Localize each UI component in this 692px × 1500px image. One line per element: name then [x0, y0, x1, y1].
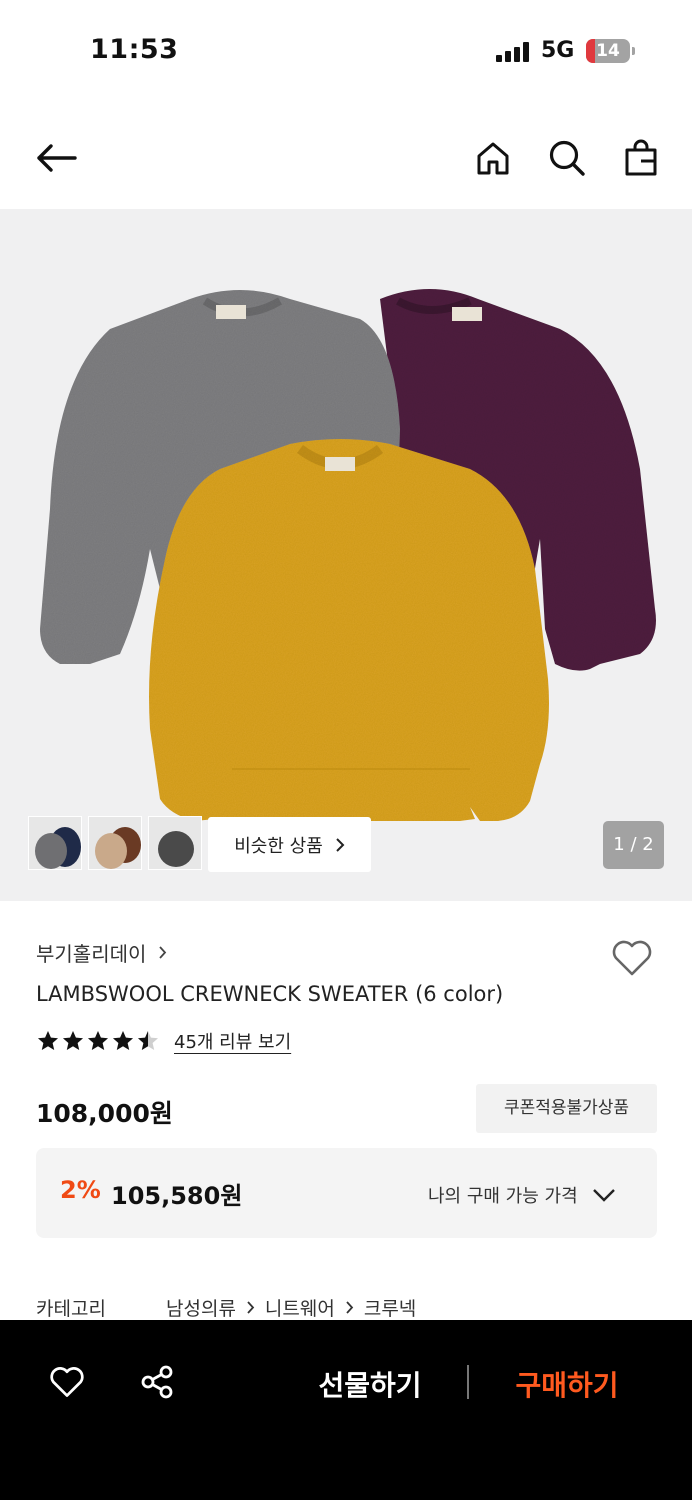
- network-label: 5G: [541, 38, 575, 63]
- thumb-charcoal-sweater[interactable]: [148, 816, 202, 870]
- thumbnail-strip: [28, 816, 202, 870]
- chevron-right-icon: [336, 837, 345, 852]
- my-price-toggle[interactable]: 나의 구매 가능 가격: [428, 1182, 616, 1208]
- status-bar: 11:53 5G 14: [0, 0, 692, 100]
- battery-level: 14: [596, 41, 620, 61]
- discount-rate: 2%: [60, 1176, 101, 1204]
- top-nav: [0, 112, 692, 202]
- chevron-down-icon: [592, 1189, 615, 1202]
- category-row: 카테고리 남성의류 니트웨어 크루넥: [36, 1294, 416, 1321]
- search-icon[interactable]: [545, 136, 589, 180]
- brand-name: 부기홀리데이: [36, 942, 147, 966]
- rating-stars: [36, 1029, 160, 1053]
- shopping-bag-icon[interactable]: [619, 136, 663, 180]
- battery-nub: [632, 47, 635, 55]
- battery-icon: 14: [586, 39, 630, 63]
- chevron-right-icon: [247, 1301, 255, 1314]
- star-icon: [63, 1031, 83, 1050]
- brand-link[interactable]: 부기홀리데이: [36, 938, 167, 967]
- chevron-right-icon: [159, 946, 167, 959]
- wishlist-heart-icon[interactable]: [610, 938, 654, 978]
- category-crumb[interactable]: 니트웨어: [265, 1294, 335, 1321]
- similar-products-label: 비슷한 상품: [234, 835, 323, 857]
- category-breadcrumb: 남성의류 니트웨어 크루넥: [166, 1294, 416, 1321]
- share-icon[interactable]: [135, 1360, 179, 1404]
- category-crumb[interactable]: 크루넥: [364, 1294, 416, 1321]
- product-name: LAMBSWOOL CREWNECK SWEATER (6 color): [36, 982, 504, 1006]
- product-price: 108,000원: [36, 1099, 173, 1128]
- image-page-indicator: 1 / 2: [603, 821, 664, 869]
- like-heart-icon[interactable]: [45, 1360, 89, 1404]
- thumb-gray-navy-sweaters[interactable]: [28, 816, 82, 870]
- status-time: 11:53: [90, 34, 179, 65]
- product-image[interactable]: [0, 209, 692, 901]
- back-arrow-icon[interactable]: [34, 136, 78, 180]
- gift-button[interactable]: 선물하기: [290, 1364, 450, 1404]
- star-icon: [113, 1031, 133, 1050]
- category-crumb[interactable]: 남성의류: [166, 1294, 236, 1321]
- thumb-beige-brown-sweaters[interactable]: [88, 816, 142, 870]
- rating-row: 45개 리뷰 보기: [36, 1028, 291, 1054]
- coupon-badge: 쿠폰적용불가상품: [476, 1084, 657, 1133]
- chevron-right-icon: [346, 1301, 354, 1314]
- star-icon: [38, 1031, 58, 1050]
- divider: [467, 1365, 469, 1399]
- signal-icon: [496, 42, 530, 62]
- star-icon: [138, 1031, 158, 1050]
- sweater-illustration: [40, 289, 656, 821]
- home-icon[interactable]: [471, 136, 515, 180]
- my-price-label: 나의 구매 가능 가격: [428, 1186, 578, 1207]
- discount-box[interactable]: 2% 105,580원 나의 구매 가능 가격: [36, 1148, 657, 1238]
- review-link[interactable]: 45개 리뷰 보기: [174, 1028, 291, 1054]
- bottom-action-bar: 선물하기 구매하기: [0, 1320, 692, 1500]
- star-icon: [88, 1031, 108, 1050]
- discount-price: 105,580원: [111, 1182, 243, 1210]
- category-label: 카테고리: [36, 1298, 106, 1320]
- buy-button[interactable]: 구매하기: [487, 1364, 647, 1404]
- similar-products-button[interactable]: 비슷한 상품: [208, 817, 371, 872]
